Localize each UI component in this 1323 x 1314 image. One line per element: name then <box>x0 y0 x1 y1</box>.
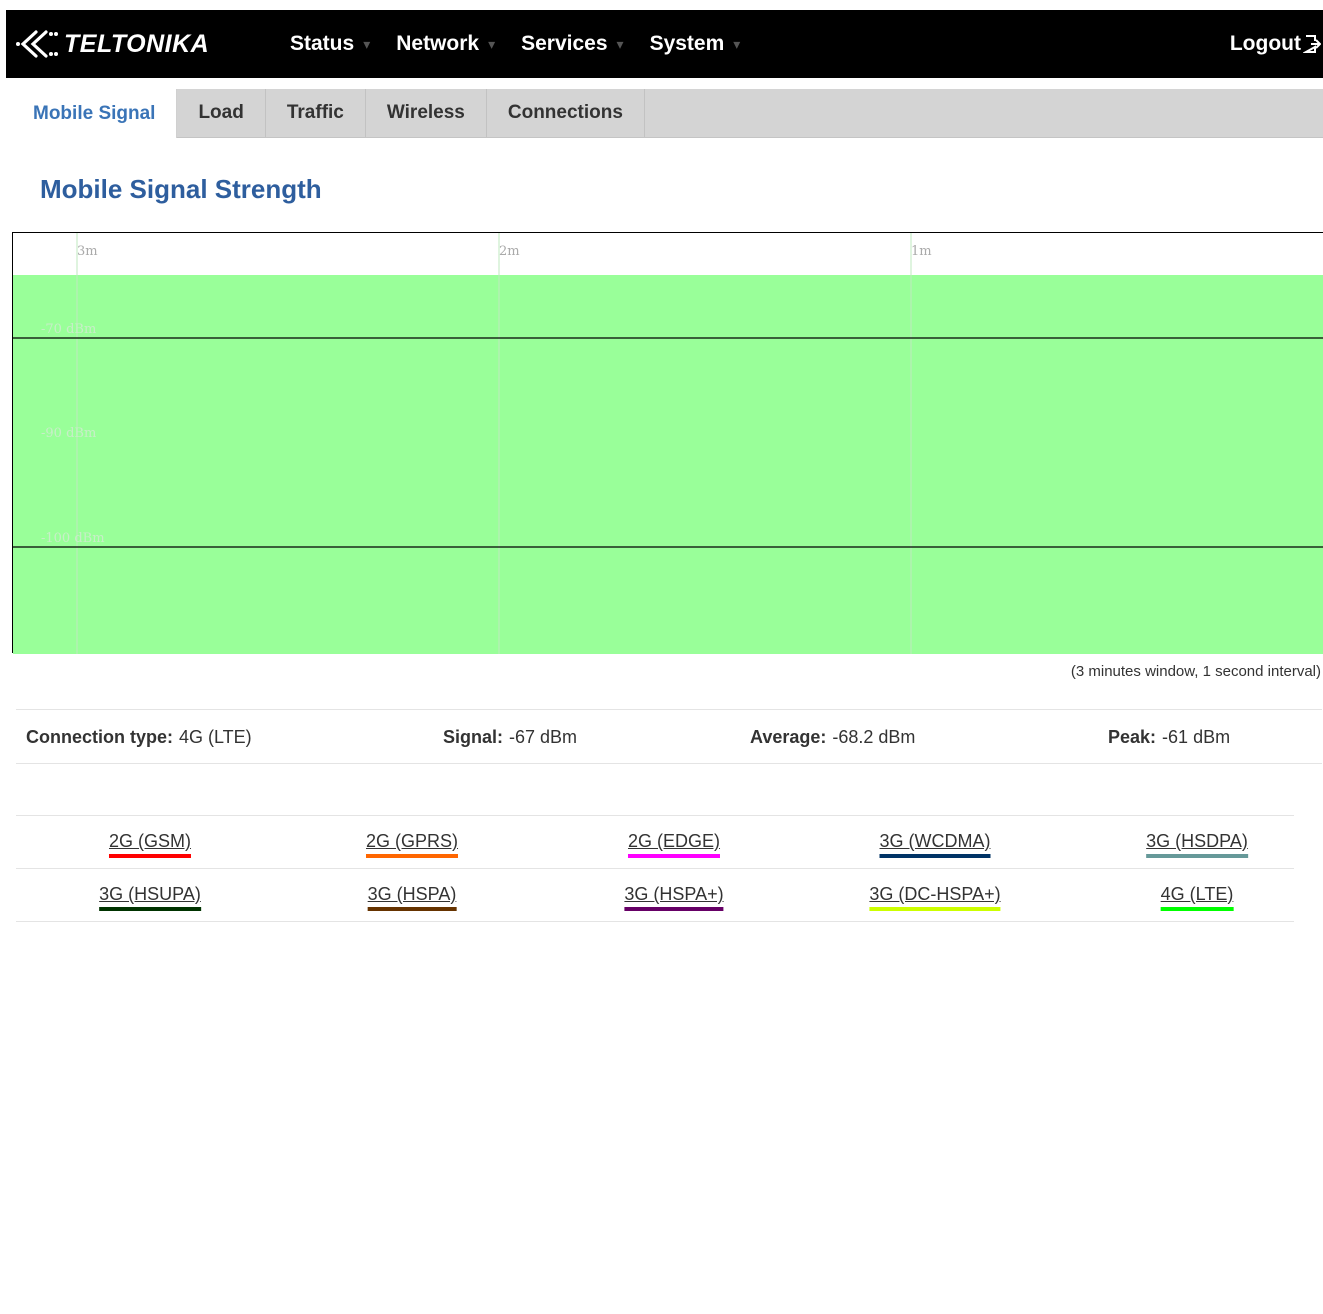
legend-item-2g-gprs[interactable]: 2G (GPRS) <box>365 831 459 858</box>
tab-mobile-signal[interactable]: Mobile Signal <box>12 89 178 138</box>
nav-network[interactable]: Network ▾ <box>396 32 495 56</box>
brand-logo[interactable]: TELTONIKA <box>14 28 209 60</box>
average-value: -68.2 dBm <box>832 727 916 747</box>
legend-item-3g-hspa[interactable]: 3G (HSPA) <box>367 884 457 911</box>
dbm-tick-label: -100 dBm <box>41 531 105 546</box>
legend-label: 4G (LTE) <box>1160 884 1234 904</box>
signal-area <box>13 275 1323 654</box>
dropdown-arrow-icon: ▾ <box>616 35 624 52</box>
legend-item-2g-gsm[interactable]: 2G (GSM) <box>108 831 192 858</box>
legend-label: 3G (HSPA+) <box>624 884 724 904</box>
legend-color-bar <box>879 854 991 858</box>
nav-system[interactable]: System ▾ <box>650 32 741 56</box>
legend-color-bar <box>869 907 1001 911</box>
page-title: Mobile Signal Strength <box>40 174 322 204</box>
top-navbar: TELTONIKA Status ▾ Network ▾ Services ▾ … <box>6 10 1323 78</box>
nav-system-label: System <box>649 32 725 55</box>
time-tick-label: 1m <box>911 244 932 259</box>
nav-network-label: Network <box>396 32 480 55</box>
stat-signal: Signal: -67 dBm <box>443 727 577 748</box>
legend-item-3g-hsupa[interactable]: 3G (HSUPA) <box>99 884 201 911</box>
legend-color-bar <box>365 854 459 858</box>
stat-average: Average: -68.2 dBm <box>750 727 915 748</box>
connection-type-value: 4G (LTE) <box>179 727 252 747</box>
dropdown-arrow-icon: ▾ <box>363 35 371 52</box>
nav-status-label: Status <box>290 32 355 55</box>
dropdown-arrow-icon: ▾ <box>733 35 741 52</box>
legend-label: 3G (WCDMA) <box>879 831 991 851</box>
legend-label: 2G (EDGE) <box>627 831 721 851</box>
logout-label: Logout <box>1229 32 1301 55</box>
signal-chart: 3m 2m 1m -70 dBm -90 dBm -100 dBm <box>12 232 1323 654</box>
legend-color-bar <box>1146 854 1248 858</box>
legend-color-bar <box>99 907 201 911</box>
legend-color-bar <box>108 854 192 858</box>
logout-icon <box>1303 35 1321 53</box>
connection-type-legend: 2G (GSM) 2G (GPRS) 2G (EDGE) 3G (WCDMA) … <box>16 815 1294 922</box>
legend-color-bar <box>624 907 724 911</box>
time-tick-label: 3m <box>77 244 98 259</box>
legend-label: 2G (GPRS) <box>365 831 459 851</box>
peak-label: Peak: <box>1108 727 1157 747</box>
signal-value: -67 dBm <box>509 727 578 747</box>
time-tick-label: 2m <box>499 244 520 259</box>
legend-color-bar <box>627 854 721 858</box>
legend-item-3g-hspa-plus[interactable]: 3G (HSPA+) <box>624 884 724 911</box>
logout-button[interactable]: Logout <box>1230 32 1321 56</box>
legend-label: 3G (DC-HSPA+) <box>869 884 1001 904</box>
legend-item-4g-lte[interactable]: 4G (LTE) <box>1160 884 1234 911</box>
legend-label: 3G (HSDPA) <box>1146 831 1248 851</box>
tab-load[interactable]: Load <box>177 89 266 137</box>
peak-value: -61 dBm <box>1162 727 1231 747</box>
tab-traffic[interactable]: Traffic <box>265 89 366 137</box>
status-tabs: Mobile Signal Load Traffic Wireless Conn… <box>12 89 1323 138</box>
main-menu: Status ▾ Network ▾ Services ▾ System ▾ <box>290 32 766 56</box>
dbm-tick-label: -90 dBm <box>41 426 96 441</box>
legend-color-bar <box>367 907 457 911</box>
tab-wireless[interactable]: Wireless <box>365 89 487 137</box>
legend-label: 2G (GSM) <box>108 831 192 851</box>
legend-row: 2G (GSM) 2G (GPRS) 2G (EDGE) 3G (WCDMA) … <box>16 816 1294 869</box>
stat-peak: Peak: -61 dBm <box>1108 727 1230 748</box>
tab-connections[interactable]: Connections <box>486 89 645 137</box>
teltonika-logo-icon <box>16 30 58 58</box>
connection-type-label: Connection type: <box>26 727 173 747</box>
legend-item-3g-dc-hspa-plus[interactable]: 3G (DC-HSPA+) <box>869 884 1001 911</box>
dropdown-arrow-icon: ▾ <box>488 35 496 52</box>
legend-label: 3G (HSUPA) <box>99 884 201 904</box>
dbm-tick-label: -70 dBm <box>41 322 96 337</box>
legend-item-3g-hsdpa[interactable]: 3G (HSDPA) <box>1146 831 1248 858</box>
legend-item-2g-edge[interactable]: 2G (EDGE) <box>627 831 721 858</box>
signal-chart-svg: 3m 2m 1m -70 dBm -90 dBm -100 dBm <box>13 233 1323 654</box>
legend-row: 3G (HSUPA) 3G (HSPA) 3G (HSPA+) 3G (DC-H… <box>16 869 1294 922</box>
signal-label: Signal: <box>443 727 504 747</box>
brand-name: TELTONIKA <box>64 29 210 58</box>
chart-window-note: (3 minutes window, 1 second interval) <box>1070 663 1321 680</box>
stat-connection-type: Connection type: 4G (LTE) <box>26 727 252 748</box>
average-label: Average: <box>750 727 827 747</box>
legend-label: 3G (HSPA) <box>367 884 457 904</box>
signal-stats: Connection type: 4G (LTE) Signal: -67 dBm … <box>16 709 1322 764</box>
legend-color-bar <box>1160 907 1234 911</box>
legend-item-3g-wcdma[interactable]: 3G (WCDMA) <box>879 831 991 858</box>
nav-services[interactable]: Services ▾ <box>521 32 623 56</box>
nav-services-label: Services <box>521 32 608 55</box>
nav-status[interactable]: Status ▾ <box>290 32 370 56</box>
